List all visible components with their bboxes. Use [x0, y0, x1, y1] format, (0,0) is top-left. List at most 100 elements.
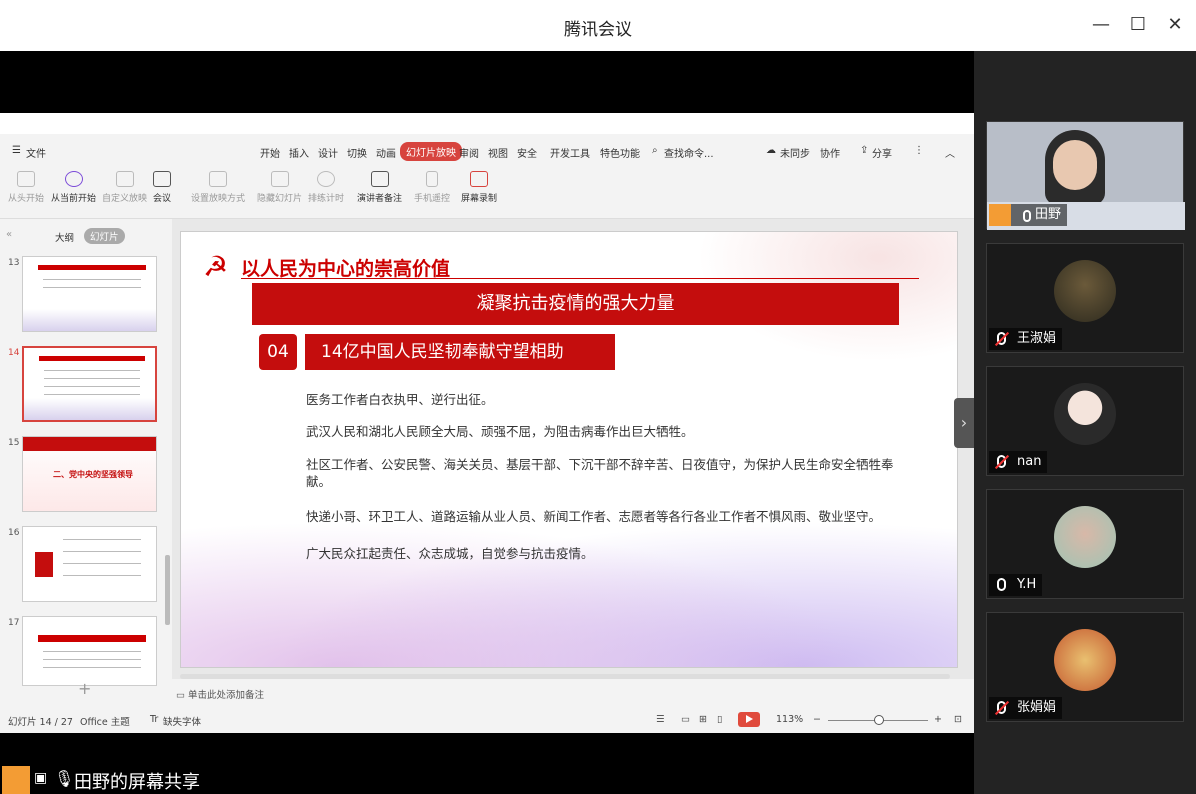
tab-view[interactable]: 视图	[488, 145, 508, 160]
slide-thumbnail-selected[interactable]	[22, 346, 157, 422]
menu-icon[interactable]: ☰	[12, 145, 21, 156]
thumb-line	[43, 287, 141, 288]
search-icon[interactable]: ⌕	[652, 145, 658, 156]
play-slideshow-button[interactable]	[738, 712, 760, 727]
slide-thumbnail-panel: « 大纲 幻灯片 13 14 15 二、党中央的坚强领导 16 17 +	[0, 219, 172, 698]
participant-avatar	[1054, 506, 1116, 568]
tab-outline[interactable]: 大纲	[55, 230, 74, 244]
participant-tile[interactable]: 王淑娟	[986, 243, 1184, 353]
normal-view-icon[interactable]: ▭	[681, 714, 690, 725]
party-emblem-icon: ☭	[203, 250, 229, 283]
rehearse-timing-button[interactable]: 排练计时	[308, 171, 344, 204]
participant-tile[interactable]: nan	[986, 366, 1184, 476]
file-menu[interactable]: 文件	[26, 145, 46, 160]
add-slide-icon[interactable]: +	[78, 679, 91, 698]
sorter-view-icon[interactable]: ⊞	[699, 714, 707, 725]
tab-animation[interactable]: 动画	[376, 145, 396, 160]
notes-bar[interactable]: ▭ 单击此处添加备注	[172, 687, 974, 705]
slide-thumbnail[interactable]	[22, 526, 157, 602]
current-slide[interactable]: ☭ 以人民为中心的崇高价值 凝聚抗击疫情的强大力量 04 14亿中国人民坚韧奉献…	[180, 231, 958, 668]
horizontal-scrollbar[interactable]	[180, 674, 950, 679]
zoom-level[interactable]: 113%	[776, 714, 803, 725]
zoom-in-icon[interactable]: +	[934, 714, 942, 725]
start-from-beginning-button[interactable]: 从头开始	[8, 171, 44, 204]
thumb-block	[35, 552, 53, 577]
tab-security[interactable]: 安全	[517, 145, 537, 160]
reading-view-icon[interactable]: ▯	[717, 714, 722, 725]
thumb-line	[44, 394, 140, 395]
screen-share-label: 田野的屏幕共享	[74, 772, 200, 793]
thumb-line	[63, 575, 141, 576]
collapse-panel-icon[interactable]: «	[6, 229, 12, 240]
participant-tile[interactable]: Y.H	[986, 489, 1184, 599]
collab-button[interactable]: 协作	[820, 145, 840, 160]
participant-tile[interactable]: 张娟娟	[986, 612, 1184, 722]
phone-remote-button[interactable]: 手机遥控	[414, 171, 450, 204]
tab-review[interactable]: 审阅	[459, 145, 479, 160]
share-icon: ⇪	[860, 145, 869, 156]
host-avatar-icon	[989, 204, 1011, 226]
minimize-button[interactable]: —	[1090, 13, 1112, 37]
collapse-ribbon-icon[interactable]: ︿	[945, 145, 955, 160]
tab-developer[interactable]: 开发工具	[550, 145, 590, 160]
hide-slide-icon	[270, 171, 289, 187]
tab-insert[interactable]: 插入	[289, 145, 309, 160]
thumb-line	[43, 279, 141, 280]
expand-panel-button[interactable]: ›	[954, 398, 974, 448]
thumb-line	[43, 659, 141, 660]
window-title: 腾讯会议	[564, 20, 632, 40]
tab-home[interactable]: 开始	[260, 145, 280, 160]
tab-slides[interactable]: 幻灯片	[84, 228, 125, 244]
zoom-slider-handle[interactable]	[874, 715, 884, 725]
maximize-button[interactable]: ☐	[1127, 13, 1149, 37]
setup-show-button[interactable]: 设置放映方式	[191, 171, 245, 204]
slide-thumbnail[interactable]	[22, 616, 157, 686]
tab-transition[interactable]: 切换	[347, 145, 367, 160]
thumbnail-number: 17	[8, 618, 20, 628]
tool-label: 设置放映方式	[191, 194, 246, 204]
tab-design[interactable]: 设计	[318, 145, 338, 160]
video-face	[1053, 140, 1097, 190]
setup-icon	[209, 171, 227, 187]
share-button[interactable]: 分享	[872, 145, 892, 160]
thumb-line	[44, 378, 140, 379]
presenter-notes-button[interactable]: 演讲者备注	[357, 171, 402, 204]
participant-avatar	[1054, 383, 1116, 445]
timer-icon	[317, 171, 335, 187]
custom-show-button[interactable]: 自定义放映	[102, 171, 147, 204]
mic-icon	[1023, 210, 1031, 222]
notes-toggle-icon[interactable]: ☰	[656, 714, 665, 725]
fit-window-icon[interactable]: ⊡	[954, 714, 962, 725]
zoom-out-icon[interactable]: −	[813, 714, 821, 725]
slide-counter: 幻灯片 14 / 27	[8, 717, 73, 728]
play-circle-icon	[64, 171, 83, 187]
slide-thumbnail[interactable]: 二、党中央的坚强领导	[22, 436, 157, 512]
slide-thumbnail[interactable]	[22, 256, 157, 332]
command-search[interactable]: 查找命令...	[664, 145, 714, 160]
notes-placeholder: 单击此处添加备注	[188, 690, 265, 701]
tab-features[interactable]: 特色功能	[600, 145, 640, 160]
more-icon[interactable]: ⋮	[914, 145, 924, 156]
thumb-line	[63, 563, 141, 564]
hide-slide-button[interactable]: 隐藏幻灯片	[257, 171, 302, 204]
participant-tile[interactable]: 田野	[986, 121, 1185, 230]
slide-bullet: 快递小哥、环卫工人、道路运输从业人员、新闻工作者、志愿者等各行各业工作者不惧风雨…	[306, 509, 882, 524]
mic-icon: 🎙	[54, 769, 75, 788]
wps-presentation-window: ☰ 文件 开始 插入 设计 切换 动画 幻灯片放映 审阅 视图 安全 开发工具 …	[0, 113, 974, 733]
screen-record-button[interactable]: 屏幕录制	[461, 171, 497, 204]
tool-label: 屏幕录制	[461, 194, 498, 204]
start-from-current-button[interactable]: 从当前开始	[51, 171, 96, 204]
slide-bullet: 广大民众扛起责任、众志成城，自觉参与抗击疫情。	[306, 546, 594, 561]
tool-label: 从当前开始	[51, 194, 97, 204]
meeting-button[interactable]: 会议	[153, 171, 171, 204]
mic-muted-icon	[997, 332, 1006, 345]
phone-icon	[426, 171, 438, 187]
missing-font-button[interactable]: 缺失字体	[163, 714, 201, 728]
tab-slideshow[interactable]: 幻灯片放映	[400, 142, 462, 161]
theme-name[interactable]: Office 主题	[80, 714, 130, 728]
comment-icon: ▭	[176, 690, 185, 701]
thumbnail-scrollbar[interactable]	[165, 555, 170, 625]
participant-panel: 田野 王淑娟 nan Y.H 张娟娟	[974, 51, 1196, 794]
close-button[interactable]: ✕	[1164, 13, 1186, 37]
sync-status[interactable]: 未同步	[780, 145, 810, 160]
